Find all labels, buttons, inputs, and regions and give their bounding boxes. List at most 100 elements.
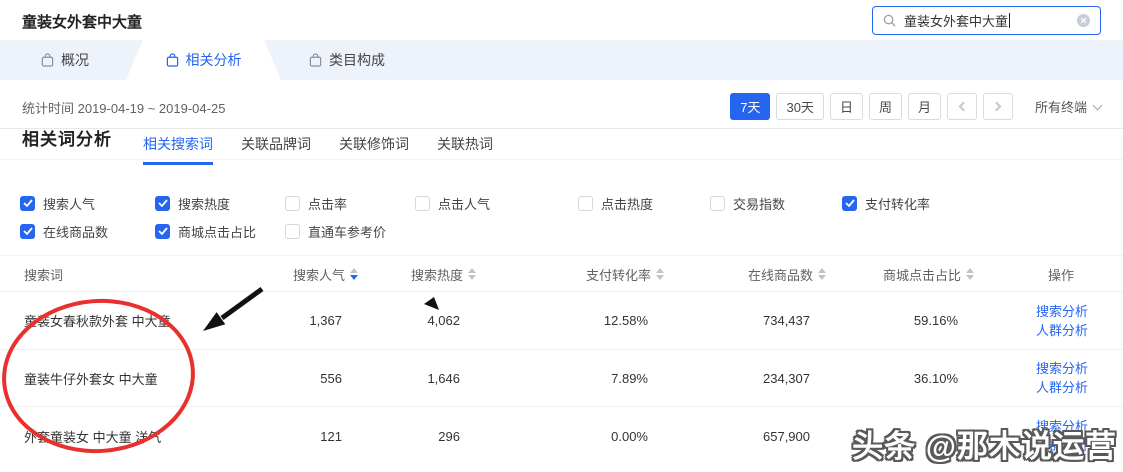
- checkbox-unchecked-icon[interactable]: [578, 195, 593, 211]
- cell-online-products: 234,307: [763, 370, 810, 386]
- table-row: 外套童装女 中大童 洋气 121 296 0.00% 657,900 搜索分析 …: [0, 407, 1123, 465]
- checkbox-checked-icon[interactable]: [842, 195, 857, 211]
- cell-pay-conversion: 12.58%: [603, 313, 648, 328]
- chevron-down-icon: [1092, 100, 1103, 110]
- col-header-mall-click-ratio[interactable]: 商城点击占比: [854, 261, 974, 287]
- page-header: 童装女外套中大童 童装女外套中大童: [0, 0, 1123, 40]
- filter-pay-conversion[interactable]: 支付转化率: [842, 195, 930, 212]
- tab-overview[interactable]: 概况: [10, 40, 120, 80]
- filter-ztc-reference-price[interactable]: 直通车参考价: [285, 223, 386, 240]
- divider: [0, 159, 1123, 160]
- prev-button[interactable]: [946, 93, 977, 120]
- chevron-right-icon: [991, 101, 1002, 112]
- subtab-modifier-words[interactable]: 关联修饰词: [339, 134, 409, 168]
- divider: [0, 255, 1123, 256]
- tab-label: 类目构成: [329, 52, 385, 68]
- cell-search-popularity: 1,367: [309, 313, 342, 328]
- filter-click-rate[interactable]: 点击率: [285, 195, 347, 212]
- period-button-7d[interactable]: 7天: [730, 93, 771, 120]
- checkbox-unchecked-icon[interactable]: [415, 195, 430, 211]
- tab-category-composition[interactable]: 类目构成: [282, 40, 412, 80]
- cell-search-popularity: 121: [320, 428, 342, 444]
- filter-click-heat[interactable]: 点击热度: [578, 195, 653, 212]
- period-button-week[interactable]: 周: [868, 93, 902, 120]
- main-tab-bar: 概况 相关分析 类目构成: [0, 40, 1123, 80]
- stat-time: 统计时间 2019-04-19 ~ 2019-04-25: [22, 101, 226, 116]
- table-header: 搜索词 搜索人气 搜索热度 支付转化率 在线商品数 商城点击占比 操作: [0, 261, 1123, 287]
- subtab-hot-words[interactable]: 关联热词: [437, 134, 493, 168]
- checkbox-unchecked-icon[interactable]: [285, 223, 300, 239]
- filter-click-popularity[interactable]: 点击人气: [415, 195, 490, 212]
- page-title: 童装女外套中大童: [22, 14, 143, 31]
- checkbox-checked-icon[interactable]: [20, 223, 35, 239]
- crowd-analysis-link[interactable]: 人群分析: [1036, 321, 1088, 340]
- cell-online-products: 657,900: [763, 428, 810, 444]
- search-analysis-link[interactable]: 搜索分析: [1036, 302, 1088, 321]
- checkbox-checked-icon[interactable]: [20, 195, 35, 211]
- sort-icon[interactable]: [656, 268, 664, 280]
- sort-icon[interactable]: [468, 268, 476, 280]
- next-button[interactable]: [982, 93, 1013, 120]
- col-header-pay-conversion[interactable]: 支付转化率: [544, 261, 664, 287]
- col-header-actions: 操作: [1048, 267, 1075, 283]
- tab-related-analysis[interactable]: 相关分析: [126, 40, 281, 80]
- crowd-analysis-link[interactable]: 人群分析: [1036, 378, 1088, 397]
- period-button-month[interactable]: 月: [907, 93, 941, 120]
- subtab-bar: 相关搜索词 关联品牌词 关联修饰词 关联热词: [143, 134, 493, 168]
- cell-actions: 搜索分析 人群分析: [1036, 407, 1100, 465]
- cell-actions: 搜索分析 人群分析: [1036, 350, 1100, 406]
- bag-icon: [309, 53, 322, 67]
- tab-label: 概况: [61, 52, 89, 68]
- section-heading-wrap: 相关词分析: [22, 129, 112, 153]
- clear-icon[interactable]: [1076, 13, 1091, 28]
- cell-keyword: 童装牛仔外套女 中大童: [24, 371, 158, 387]
- table-row: 童装女春秋款外套 中大童 1,367 4,062 12.58% 734,437 …: [0, 292, 1123, 349]
- sort-icon[interactable]: [818, 268, 826, 280]
- col-header-search-popularity[interactable]: 搜索人气: [238, 261, 358, 287]
- checkbox-unchecked-icon[interactable]: [285, 195, 300, 211]
- cell-keyword: 童装女春秋款外套 中大童: [24, 314, 171, 329]
- filter-mall-click-ratio[interactable]: 商城点击占比: [155, 223, 256, 240]
- chevron-left-icon: [958, 101, 969, 112]
- search-icon: [882, 13, 897, 28]
- cell-keyword: 外套童装女 中大童 洋气: [24, 429, 162, 445]
- crowd-analysis-link[interactable]: 人群分析: [1036, 436, 1088, 455]
- cell-pay-conversion: 0.00%: [611, 428, 648, 444]
- cell-search-heat: 4,062: [427, 313, 460, 328]
- checkbox-checked-icon[interactable]: [155, 195, 170, 211]
- col-header-online-products[interactable]: 在线商品数: [706, 261, 826, 287]
- terminal-label: 所有终端: [1034, 100, 1087, 115]
- subtab-related-search-words[interactable]: 相关搜索词: [143, 134, 213, 168]
- filter-trade-index[interactable]: 交易指数: [710, 195, 785, 212]
- filter-search-heat[interactable]: 搜索热度: [155, 195, 230, 212]
- period-controls: 7天 30天 日 周 月 所有终端: [730, 93, 1103, 120]
- period-button-day[interactable]: 日: [829, 93, 863, 120]
- cell-mall-click-ratio: 59.16%: [913, 313, 958, 328]
- checkbox-checked-icon[interactable]: [155, 223, 170, 239]
- cell-mall-click-ratio: 36.10%: [913, 370, 958, 386]
- tab-label: 相关分析: [185, 52, 242, 68]
- bag-icon: [166, 53, 179, 67]
- checkbox-unchecked-icon[interactable]: [710, 195, 725, 211]
- col-header-search-heat[interactable]: 搜索热度: [356, 261, 476, 287]
- cell-search-heat: 296: [438, 428, 460, 444]
- text-cursor: [1009, 13, 1011, 28]
- cell-mall-click-ratio: [854, 407, 958, 465]
- cell-pay-conversion: 7.89%: [611, 370, 648, 386]
- filter-search-popularity[interactable]: 搜索人气: [20, 195, 95, 212]
- filter-online-products[interactable]: 在线商品数: [20, 223, 108, 240]
- search-analysis-link[interactable]: 搜索分析: [1036, 417, 1088, 436]
- search-input[interactable]: 童装女外套中大童: [872, 6, 1101, 35]
- bag-icon: [41, 53, 54, 67]
- sort-icon[interactable]: [966, 268, 974, 280]
- cell-actions: 搜索分析 人群分析: [1036, 292, 1100, 349]
- period-button-30d[interactable]: 30天: [776, 93, 824, 120]
- col-header-keyword: 搜索词: [24, 267, 64, 283]
- subtab-brand-words[interactable]: 关联品牌词: [241, 134, 311, 168]
- terminal-dropdown[interactable]: 所有终端: [1034, 97, 1103, 116]
- section-title: 相关词分析: [22, 130, 112, 149]
- table-row: 童装牛仔外套女 中大童 556 1,646 7.89% 234,307 36.1…: [0, 350, 1123, 406]
- cell-online-products: 734,437: [763, 313, 810, 328]
- search-analysis-link[interactable]: 搜索分析: [1036, 359, 1088, 378]
- cell-search-popularity: 556: [320, 370, 342, 386]
